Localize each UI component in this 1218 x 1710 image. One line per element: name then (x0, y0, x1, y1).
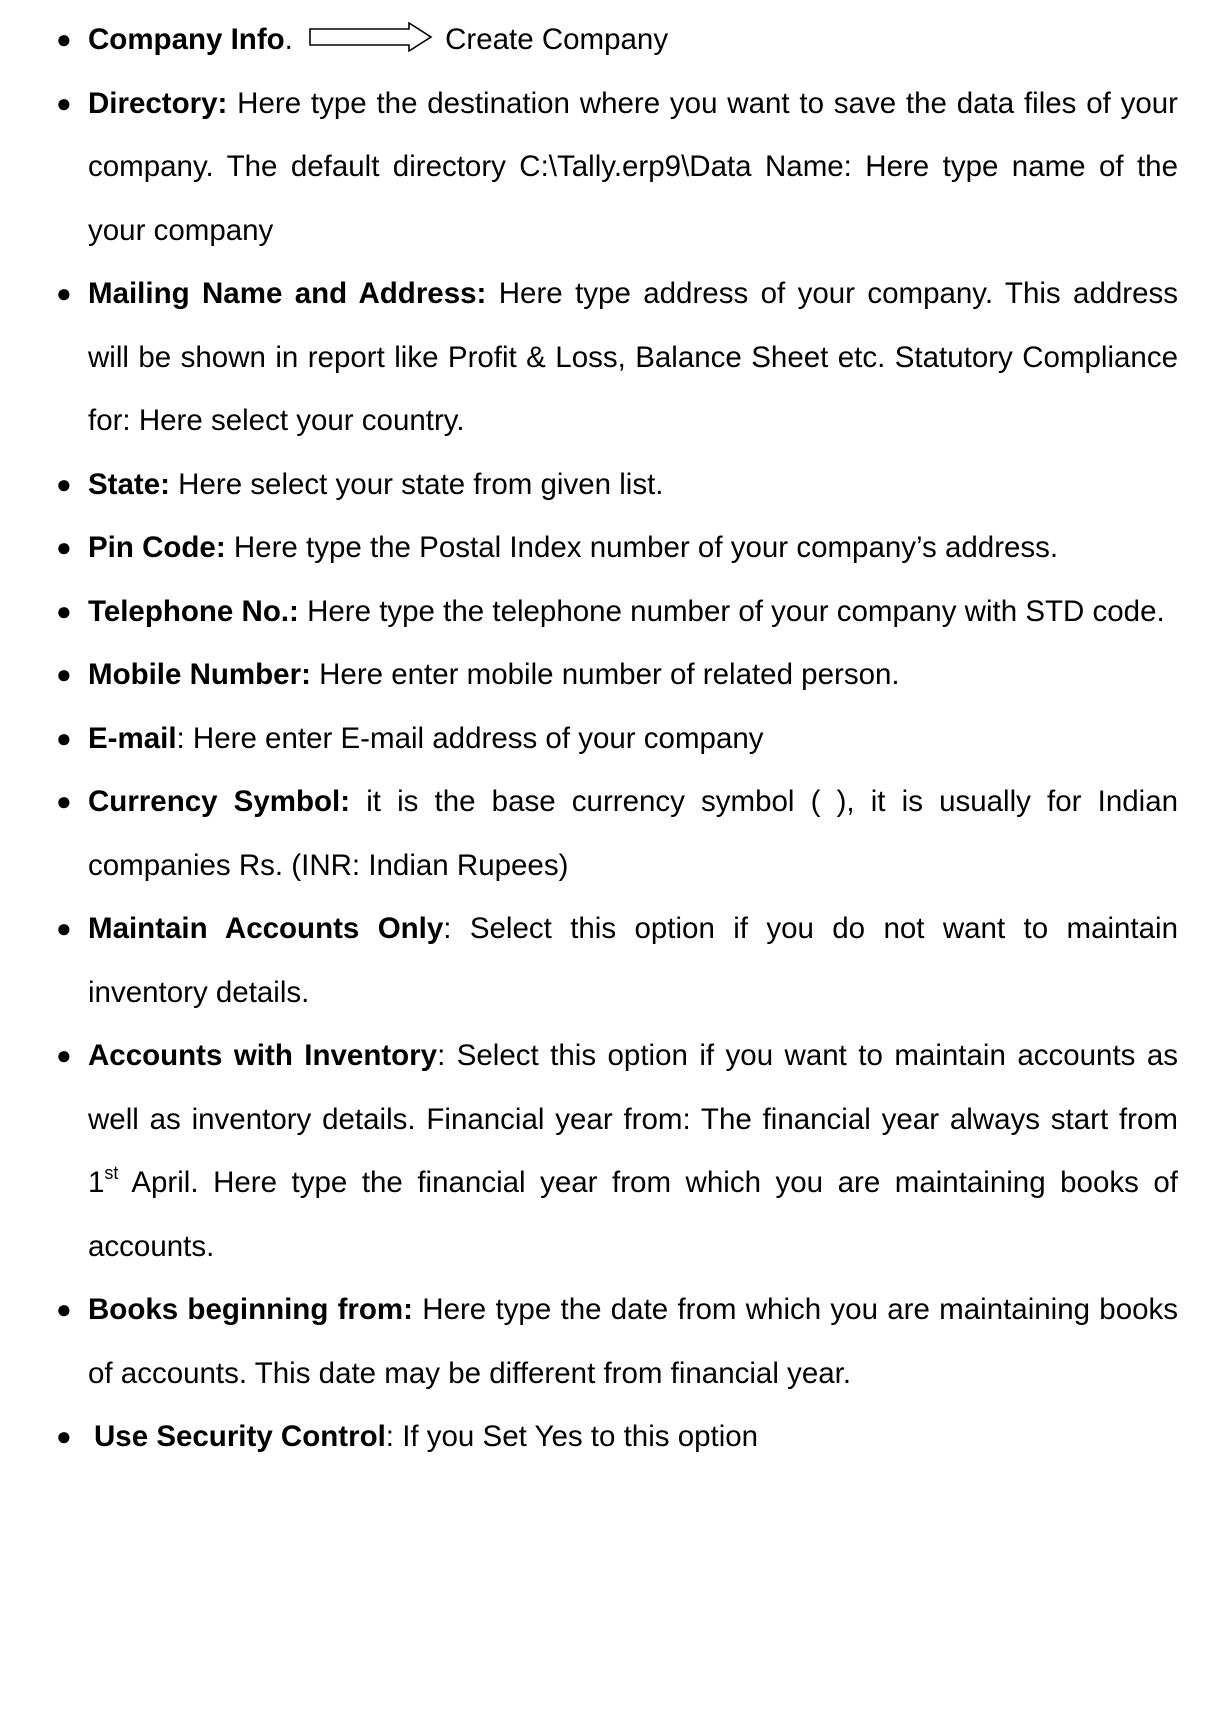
bullet-dot-icon: ● (56, 786, 72, 816)
bullet-dot-icon: ● (56, 1294, 72, 1324)
list-item-directory: ● Directory: Here type the destination w… (56, 72, 1178, 263)
item-text: Here enter mobile number of related pers… (310, 658, 900, 691)
item-term: Telephone No.: (88, 594, 299, 628)
item-term: State: (88, 467, 170, 501)
list-item-state: ● State: Here select your state from giv… (56, 453, 1178, 517)
item-term: Currency Symbol: (88, 785, 351, 818)
list-item-email: ● E-mail: Here enter E-mail address of y… (56, 707, 1178, 771)
item-text: : If you Set Yes to this option (385, 1420, 759, 1453)
item-text: April. Here type the financial year from… (88, 1166, 1178, 1263)
item-text: Here select your state from given list. (169, 467, 664, 501)
definition-list: ● Company Info. Create Company ● Directo… (0, 8, 1218, 1469)
list-item-pin-code: ● Pin Code: Here type the Postal Index n… (56, 516, 1178, 580)
ordinal-suffix: st (104, 1163, 119, 1184)
list-item-mailing-name: ● Mailing Name and Address: Here type ad… (56, 262, 1178, 453)
bullet-dot-icon: ● (56, 1040, 72, 1070)
bullet-dot-icon: ● (56, 659, 72, 689)
bullet-dot-icon: ● (56, 722, 72, 753)
list-item-mobile: ● Mobile Number: Here enter mobile numbe… (56, 643, 1178, 707)
item-term: Use Security Control (94, 1420, 386, 1453)
item-separator: . (284, 23, 293, 56)
item-term: E-mail (88, 721, 177, 755)
list-item-company-info: ● Company Info. Create Company (56, 8, 1178, 72)
document-page: ● Company Info. Create Company ● Directo… (0, 0, 1218, 1710)
list-item-maintain-accounts-only: ● Maintain Accounts Only: Select this op… (56, 897, 1178, 1024)
bullet-dot-icon: ● (56, 468, 72, 499)
list-item-books-beginning: ● Books beginning from: Here type the da… (56, 1278, 1178, 1405)
item-term: Mailing Name and Address: (88, 277, 487, 310)
item-term: Directory: (88, 86, 228, 120)
bullet-dot-icon: ● (56, 595, 72, 626)
list-item-telephone: ● Telephone No.: Here type the telephone… (56, 580, 1178, 644)
item-term: Maintain Accounts Only (88, 912, 444, 945)
bullet-dot-icon: ● (56, 1421, 72, 1451)
item-term: Books beginning from: (88, 1293, 413, 1326)
item-term: Accounts with Inventory (88, 1039, 438, 1072)
bullet-dot-icon: ● (56, 913, 72, 943)
bullet-dot-icon: ● (56, 278, 72, 308)
item-text: Here type the destination where you want… (88, 86, 1178, 247)
bullet-dot-icon: ● (56, 532, 72, 562)
list-item-accounts-with-inventory: ● Accounts with Inventory: Select this o… (56, 1024, 1178, 1278)
list-item-security-control: ● Use Security Control: If you Set Yes t… (56, 1405, 1178, 1469)
item-term: Pin Code: (88, 531, 226, 564)
item-term: Mobile Number: (88, 658, 311, 691)
item-text: : Here enter E-mail address of your comp… (176, 721, 764, 755)
list-item-currency-symbol: ● Currency Symbol: it is the base curren… (56, 770, 1178, 897)
bullet-dot-icon: ● (56, 24, 72, 54)
item-text: Here type the Postal Index number of you… (225, 531, 1059, 564)
item-term: Company Info (88, 23, 285, 56)
item-text: Here type the telephone number of your c… (298, 594, 1165, 628)
item-text: Create Company (445, 23, 669, 56)
right-arrow-icon (309, 22, 433, 53)
bullet-dot-icon: ● (56, 87, 72, 118)
